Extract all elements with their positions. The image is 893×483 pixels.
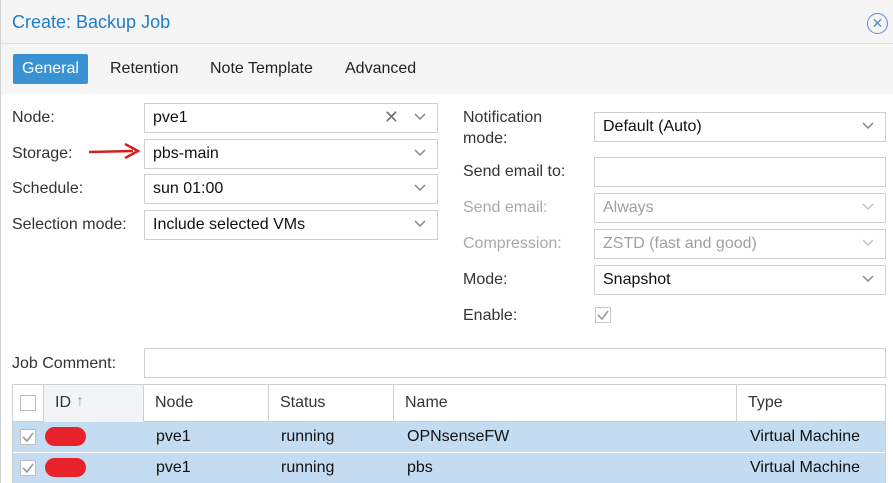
- vm-grid: ID ↑ Node Status Name Type pve1 running: [12, 384, 886, 483]
- job-comment-label: Job Comment:: [12, 355, 117, 372]
- column-node-label: Node: [155, 394, 194, 411]
- table-row[interactable]: pve1 running OPNsenseFW Virtual Machine: [13, 422, 885, 452]
- enable-checkbox[interactable]: [595, 307, 611, 323]
- send-email-to-input[interactable]: [594, 157, 886, 187]
- storage-select[interactable]: pbs-main: [144, 139, 438, 169]
- checkmark-icon: [597, 310, 609, 321]
- dialog-title: Create: Backup Job: [12, 12, 171, 32]
- node-value: pve1: [153, 109, 188, 126]
- sort-asc-icon: ↑: [76, 393, 84, 410]
- chevron-down-icon[interactable]: [413, 145, 427, 159]
- chevron-down-icon: [861, 199, 875, 213]
- dialog-header: Create: Backup Job ✕: [1, 0, 893, 44]
- column-id-label: ID: [55, 394, 71, 411]
- storage-label: Storage:: [12, 145, 73, 162]
- checkmark-icon: [22, 432, 34, 443]
- tab-general[interactable]: General: [13, 54, 88, 84]
- tab-advanced[interactable]: Advanced: [345, 54, 416, 84]
- compression-value: ZSTD (fast and good): [603, 235, 757, 252]
- row-type: Virtual Machine: [750, 459, 860, 476]
- row-node: pve1: [156, 428, 191, 445]
- notification-mode-select[interactable]: Default (Auto): [594, 112, 886, 142]
- row-type: Virtual Machine: [750, 428, 860, 445]
- schedule-label: Schedule:: [12, 180, 84, 197]
- column-type-label: Type: [748, 394, 783, 411]
- column-header-node[interactable]: Node: [144, 385, 269, 422]
- row-status: running: [281, 428, 335, 445]
- select-all-checkbox[interactable]: [20, 395, 36, 411]
- notification-mode-label-line2: mode:: [463, 130, 508, 147]
- send-email-select[interactable]: Always: [594, 193, 886, 223]
- clear-icon[interactable]: ✕: [384, 107, 399, 128]
- node-select[interactable]: pve1 ✕: [144, 103, 438, 133]
- chevron-down-icon: [861, 235, 875, 249]
- schedule-select[interactable]: sun 01:00: [144, 174, 438, 204]
- mode-select[interactable]: Snapshot: [594, 265, 886, 295]
- chevron-down-icon[interactable]: [413, 216, 427, 230]
- chevron-down-icon[interactable]: [861, 271, 875, 285]
- column-header-type[interactable]: Type: [737, 385, 885, 422]
- mode-value: Snapshot: [603, 271, 671, 288]
- selection-mode-select[interactable]: Include selected VMs: [144, 210, 438, 240]
- mode-label: Mode:: [463, 271, 508, 288]
- column-status-label: Status: [280, 394, 326, 411]
- tab-bar: General Retention Note Template Advanced: [1, 44, 893, 94]
- compression-label: Compression:: [463, 235, 562, 252]
- node-label: Node:: [12, 109, 55, 126]
- enable-label: Enable:: [463, 307, 518, 324]
- storage-value: pbs-main: [153, 145, 219, 162]
- row-status: running: [281, 459, 335, 476]
- send-email-label: Send email:: [463, 199, 548, 216]
- selection-mode-value: Include selected VMs: [153, 216, 306, 233]
- row-checkbox[interactable]: [20, 429, 36, 445]
- close-icon[interactable]: ✕: [867, 13, 888, 34]
- annotation-arrow-icon: [89, 142, 141, 160]
- chevron-down-icon[interactable]: [413, 180, 427, 194]
- tab-retention[interactable]: Retention: [110, 54, 179, 84]
- schedule-value: sun 01:00: [153, 180, 224, 197]
- tab-note-template[interactable]: Note Template: [210, 54, 313, 84]
- table-row[interactable]: pve1 running pbs Virtual Machine: [13, 453, 885, 483]
- notification-mode-value: Default (Auto): [603, 118, 702, 135]
- row-name: OPNsenseFW: [407, 428, 510, 445]
- redacted-id: [45, 427, 86, 446]
- job-comment-input[interactable]: [144, 348, 886, 378]
- redacted-id: [45, 458, 86, 477]
- row-checkbox[interactable]: [20, 460, 36, 476]
- column-name-label: Name: [405, 394, 448, 411]
- column-header-name[interactable]: Name: [394, 385, 737, 422]
- column-header-id[interactable]: ID ↑: [44, 385, 144, 422]
- row-node: pve1: [156, 459, 191, 476]
- send-email-value: Always: [603, 199, 654, 216]
- compression-select[interactable]: ZSTD (fast and good): [594, 229, 886, 259]
- grid-header: ID ↑ Node Status Name Type: [13, 385, 885, 422]
- header-select-all-cell: [13, 385, 44, 422]
- backup-job-dialog: Create: Backup Job ✕ General Retention N…: [0, 0, 893, 483]
- notification-mode-label-line1: Notification: [463, 109, 543, 126]
- chevron-down-icon[interactable]: [861, 118, 875, 132]
- selection-mode-label: Selection mode:: [12, 216, 127, 233]
- column-header-status[interactable]: Status: [269, 385, 394, 422]
- checkmark-icon: [22, 463, 34, 474]
- send-email-to-label: Send email to:: [463, 163, 566, 180]
- row-name: pbs: [407, 459, 433, 476]
- chevron-down-icon[interactable]: [413, 109, 427, 123]
